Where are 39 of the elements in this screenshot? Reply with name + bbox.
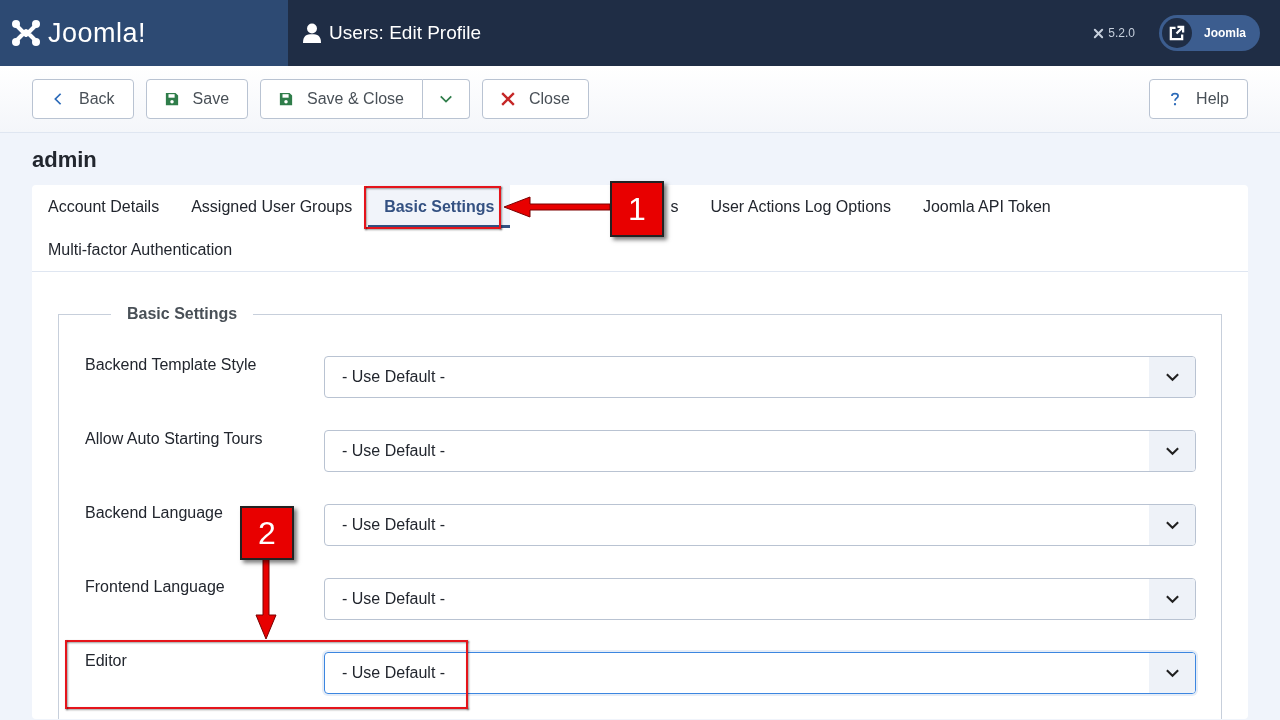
page-title: admin (32, 147, 98, 174)
select-field[interactable]: - Use Default - (324, 430, 1196, 472)
select-field[interactable]: - Use Default - (324, 356, 1196, 398)
close-button[interactable]: Close (482, 79, 589, 119)
tab[interactable]: Account Details (32, 185, 176, 228)
help-button[interactable]: Help (1149, 79, 1248, 119)
callout-number: 1 (610, 181, 664, 237)
back-button[interactable]: Back (32, 79, 134, 119)
field-label: Editor (85, 652, 127, 669)
field-label: Backend Template Style (85, 356, 257, 373)
select-field[interactable]: - Use Default - (324, 578, 1196, 620)
field-label: Frontend Language (85, 578, 225, 595)
chevron-down-icon (1164, 668, 1180, 678)
site-button[interactable]: Joomla (1159, 15, 1260, 51)
select-field[interactable]: - Use Default - (324, 652, 1196, 694)
tab[interactable]: User Actions Log Options (694, 185, 907, 228)
external-link-icon (1168, 24, 1186, 42)
tab[interactable]: Assigned User Groups (175, 185, 369, 228)
select-field[interactable]: - Use Default - (324, 504, 1196, 546)
field-label: Backend Language (85, 504, 223, 521)
fieldset-legend: Basic Settings (111, 305, 254, 323)
version-text: 5.2.0 (1108, 26, 1135, 40)
chevron-down-icon (1164, 372, 1180, 382)
field-label: Allow Auto Starting Tours (85, 430, 263, 447)
save-close-button[interactable]: Save & Close (260, 79, 423, 119)
brand-name: Joomla! (48, 17, 147, 49)
tab[interactable]: Joomla API Token (906, 185, 1067, 228)
page-heading: Users: Edit Profile (329, 22, 482, 44)
callout-number: 2 (240, 506, 294, 560)
chevron-down-icon (1164, 594, 1180, 604)
dropdown-toggle[interactable] (423, 79, 470, 119)
user-icon (303, 23, 321, 43)
tab[interactable]: Basic Settings (368, 185, 511, 228)
close-icon (501, 92, 515, 106)
chevron-down-icon (1164, 446, 1180, 456)
joomla-logo-icon (10, 17, 42, 49)
save-button[interactable]: Save (145, 79, 249, 119)
chevron-down-icon (1164, 520, 1180, 530)
tab[interactable]: Multi-factor Authentication (32, 228, 249, 271)
